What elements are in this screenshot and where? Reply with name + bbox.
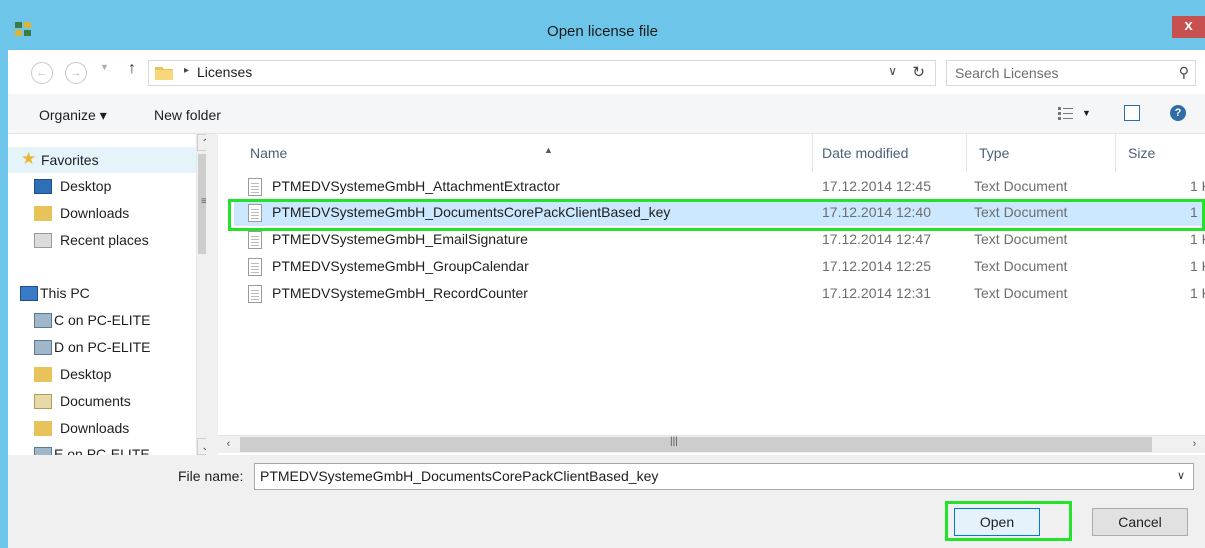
scroll-up-icon[interactable]: ⌃ bbox=[197, 134, 206, 151]
view-dropdown-icon[interactable]: ▼ bbox=[1082, 108, 1091, 118]
refresh-icon[interactable]: ↻ bbox=[912, 63, 925, 81]
recent-places-icon bbox=[34, 233, 52, 248]
file-name-input[interactable]: PTMEDVSystemeGmbH_DocumentsCorePackClien… bbox=[254, 463, 1194, 490]
search-placeholder: Search Licenses bbox=[955, 65, 1059, 81]
sort-ascending-icon: ▲ bbox=[544, 145, 553, 155]
network-drive-icon bbox=[34, 447, 52, 455]
file-row[interactable]: PTMEDVSystemeGmbH_RecordCounter 17.12.20… bbox=[234, 281, 1205, 307]
nav-item-e-drive[interactable]: E on PC-ELITE bbox=[8, 442, 198, 455]
file-row[interactable]: PTMEDVSystemeGmbH_AttachmentExtractor 17… bbox=[234, 174, 1205, 200]
help-icon[interactable]: ? bbox=[1170, 105, 1186, 121]
scroll-grip-icon: ≡ bbox=[201, 196, 206, 207]
nav-item-downloads[interactable]: Downloads bbox=[8, 201, 198, 227]
nav-item-favorites[interactable]: ★ Favorites bbox=[8, 147, 198, 173]
column-divider[interactable] bbox=[812, 134, 813, 172]
desktop-icon bbox=[34, 179, 52, 194]
file-name-dropdown-icon[interactable]: ∨ bbox=[1177, 469, 1185, 482]
scroll-right-icon[interactable]: › bbox=[1186, 436, 1203, 453]
text-file-icon bbox=[248, 178, 262, 196]
text-file-icon bbox=[248, 231, 262, 249]
forward-button[interactable]: → bbox=[65, 62, 87, 84]
close-button[interactable]: x bbox=[1172, 16, 1205, 38]
text-file-icon bbox=[248, 258, 262, 276]
organize-button[interactable]: Organize ▾ bbox=[39, 107, 107, 124]
back-button[interactable]: ← bbox=[31, 62, 53, 84]
search-icon[interactable]: ⚲ bbox=[1179, 64, 1189, 81]
scroll-grip-icon: ||| bbox=[670, 436, 678, 447]
nav-scrollbar[interactable]: ⌃ ≡ ⌄ bbox=[196, 134, 206, 455]
address-row: ← → ▼ ↑ ▸ Licenses ∨ ↻ Search Licenses ⚲ bbox=[8, 50, 1205, 94]
nav-item-documents[interactable]: Documents bbox=[8, 389, 198, 415]
nav-item-desktop[interactable]: Desktop bbox=[8, 174, 198, 200]
search-input[interactable]: Search Licenses ⚲ bbox=[946, 60, 1196, 86]
folder-icon bbox=[155, 67, 173, 80]
nav-item-recent-places[interactable]: Recent places bbox=[8, 228, 198, 254]
documents-icon bbox=[34, 394, 52, 409]
file-name-label: File name: bbox=[178, 468, 244, 484]
nav-item-c-drive[interactable]: C on PC-ELITE bbox=[8, 308, 198, 334]
column-divider[interactable] bbox=[966, 134, 967, 172]
column-header-row: Name ▲ Date modified Type Size bbox=[234, 134, 1205, 172]
text-file-icon bbox=[248, 285, 262, 303]
downloads-icon bbox=[34, 421, 52, 436]
nav-item-d-drive[interactable]: D on PC-ELITE bbox=[8, 335, 198, 361]
nav-item-desktop-pc[interactable]: Desktop bbox=[8, 362, 198, 388]
view-options-icon[interactable] bbox=[1058, 106, 1074, 120]
command-bar: Organize ▾ New folder ▼ ? bbox=[8, 94, 1205, 134]
downloads-icon bbox=[34, 206, 52, 221]
scroll-down-icon[interactable]: ⌄ bbox=[197, 438, 206, 455]
computer-icon bbox=[20, 286, 38, 301]
file-list[interactable]: Name ▲ Date modified Type Size PTMEDVSys… bbox=[218, 134, 1205, 455]
desktop-folder-icon bbox=[34, 367, 52, 382]
dialog-client: ← → ▼ ↑ ▸ Licenses ∨ ↻ Search Licenses ⚲… bbox=[8, 50, 1205, 548]
dialog-window: Open license file x ← → ▼ ↑ ▸ Licenses ∨… bbox=[0, 0, 1205, 548]
navigation-pane[interactable]: ★ Favorites Desktop Downloads Recent pla… bbox=[8, 134, 206, 455]
breadcrumb-separator-icon[interactable]: ▸ bbox=[184, 65, 189, 76]
nav-item-downloads-pc[interactable]: Downloads bbox=[8, 416, 198, 442]
column-divider[interactable] bbox=[1115, 134, 1116, 172]
horizontal-scroll-thumb[interactable] bbox=[240, 437, 1152, 452]
recent-locations-icon[interactable]: ▼ bbox=[100, 62, 109, 72]
column-name[interactable]: Name bbox=[250, 145, 287, 161]
network-drive-icon bbox=[34, 313, 52, 328]
file-row[interactable]: PTMEDVSystemeGmbH_GroupCalendar 17.12.20… bbox=[234, 254, 1205, 280]
scroll-left-icon[interactable]: ‹ bbox=[220, 436, 237, 453]
breadcrumb-licenses[interactable]: Licenses bbox=[197, 64, 252, 80]
selected-row-highlight bbox=[228, 199, 1205, 231]
address-dropdown-icon[interactable]: ∨ bbox=[888, 64, 897, 78]
network-drive-icon bbox=[34, 340, 52, 355]
title-bar: Open license file x bbox=[0, 0, 1205, 50]
column-size[interactable]: Size bbox=[1128, 145, 1155, 161]
new-folder-button[interactable]: New folder bbox=[154, 107, 221, 123]
nav-item-this-pc[interactable]: This PC bbox=[8, 281, 198, 307]
file-name-value: PTMEDVSystemeGmbH_DocumentsCorePackClien… bbox=[260, 468, 659, 484]
window-title: Open license file bbox=[547, 23, 658, 40]
star-icon: ★ bbox=[21, 149, 37, 168]
address-bar[interactable]: ▸ Licenses ∨ ↻ bbox=[148, 60, 936, 86]
open-button-highlight bbox=[945, 501, 1072, 541]
preview-pane-icon[interactable] bbox=[1124, 105, 1140, 121]
cancel-button[interactable]: Cancel bbox=[1092, 508, 1188, 536]
column-date-modified[interactable]: Date modified bbox=[822, 145, 908, 161]
file-list-horizontal-scrollbar[interactable]: ‹ ||| › bbox=[218, 435, 1205, 453]
column-type[interactable]: Type bbox=[979, 145, 1009, 161]
up-arrow-icon[interactable]: ↑ bbox=[128, 60, 136, 78]
